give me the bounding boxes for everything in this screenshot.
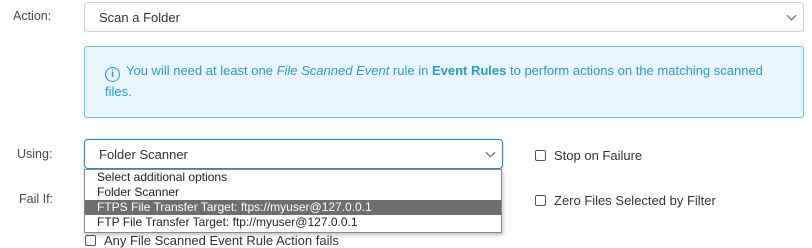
checkbox-box[interactable] — [535, 150, 546, 161]
dropdown-option[interactable]: FTP File Transfer Target: ftp://myuser@1… — [85, 215, 501, 230]
checkbox-box[interactable] — [85, 235, 96, 246]
dropdown-option[interactable]: Folder Scanner — [85, 185, 501, 200]
any-action-fails-checkbox[interactable]: Any File Scanned Event Rule Action fails — [85, 233, 339, 248]
info-alert: i You will need at least one File Scanned… — [84, 46, 804, 118]
using-select-value: Folder Scanner — [99, 146, 188, 162]
checkbox-box[interactable] — [535, 195, 546, 206]
action-label: Action: — [13, 9, 52, 23]
using-select[interactable]: Folder Scanner — [84, 139, 503, 169]
any-action-fails-label: Any File Scanned Event Rule Action fails — [104, 233, 339, 248]
fail-if-label: Fail If: — [19, 192, 54, 206]
action-select-value: Scan a Folder — [99, 9, 180, 25]
info-text-1: You will need at least one — [126, 63, 277, 78]
info-circle-icon: i — [105, 67, 120, 82]
action-select[interactable]: Scan a Folder — [84, 2, 804, 32]
using-label: Using: — [17, 147, 53, 161]
dropdown-option[interactable]: Select additional options — [85, 170, 501, 185]
stop-on-failure-checkbox[interactable]: Stop on Failure — [535, 148, 642, 163]
info-italic-event: File Scanned Event — [276, 63, 390, 78]
info-text-2: rule in — [389, 63, 432, 78]
stop-on-failure-label: Stop on Failure — [554, 148, 643, 163]
chevron-down-icon — [485, 147, 496, 158]
using-dropdown-list[interactable]: Select additional options Folder Scanner… — [84, 169, 502, 233]
zero-files-checkbox[interactable]: Zero Files Selected by Filter — [535, 193, 716, 208]
zero-files-label: Zero Files Selected by Filter — [554, 193, 716, 208]
chevron-down-icon — [786, 10, 797, 21]
info-bold-event-rules: Event Rules — [431, 63, 507, 78]
dropdown-option-highlighted[interactable]: FTPS File Transfer Target: ftps://myuser… — [85, 200, 501, 215]
